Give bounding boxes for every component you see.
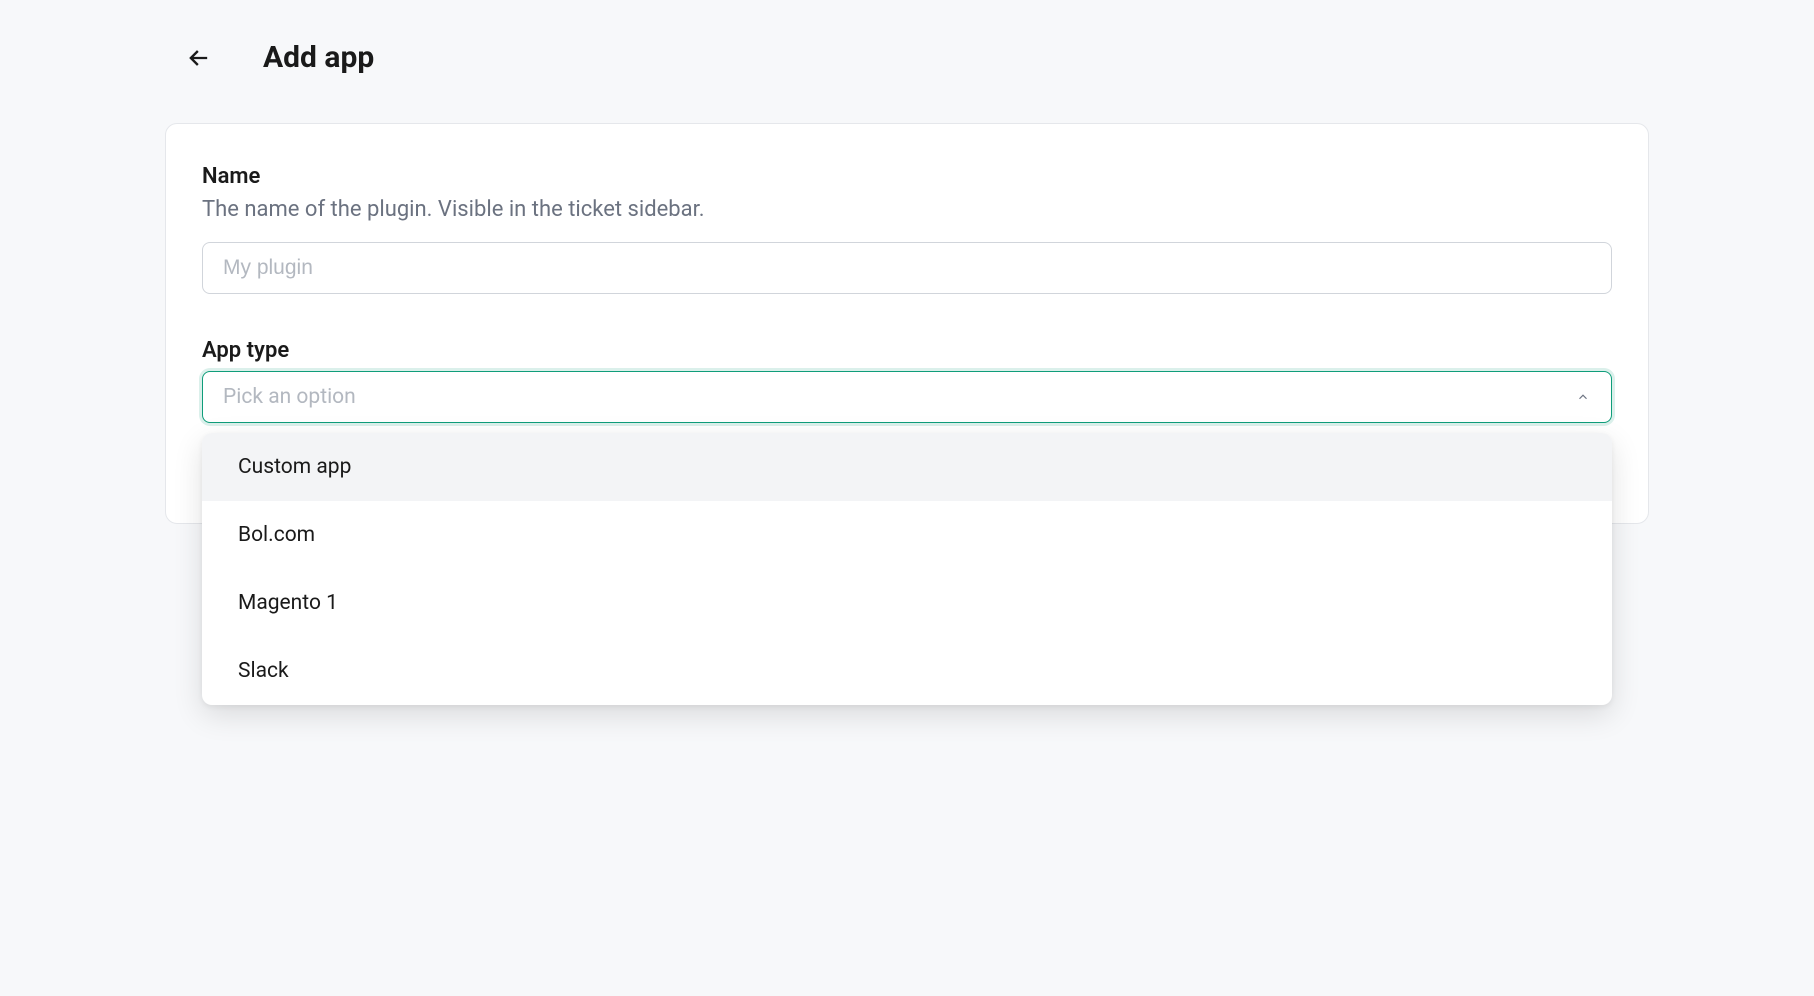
name-label: Name (202, 164, 1612, 189)
dropdown-option-custom-app[interactable]: Custom app (202, 433, 1612, 501)
app-type-field-group: App type Pick an option Custom app Bol.c… (202, 338, 1612, 423)
app-type-label: App type (202, 338, 1612, 363)
page-header: Add app (165, 40, 1649, 75)
app-type-select-wrapper: Pick an option Custom app Bol.com Magent… (202, 371, 1612, 423)
page-container: Add app Name The name of the plugin. Vis… (165, 0, 1649, 524)
dropdown-option-bol-com[interactable]: Bol.com (202, 501, 1612, 569)
name-input[interactable] (202, 242, 1612, 294)
dropdown-option-magento-1[interactable]: Magento 1 (202, 569, 1612, 637)
name-field-group: Name The name of the plugin. Visible in … (202, 164, 1612, 294)
form-card: Name The name of the plugin. Visible in … (165, 123, 1649, 524)
app-type-placeholder: Pick an option (223, 385, 356, 409)
app-type-select[interactable]: Pick an option (202, 371, 1612, 423)
back-arrow-icon[interactable] (185, 44, 213, 72)
dropdown-option-slack[interactable]: Slack (202, 637, 1612, 705)
app-type-dropdown: Custom app Bol.com Magento 1 Slack (202, 433, 1612, 705)
page-title: Add app (263, 40, 374, 75)
chevron-up-icon (1575, 389, 1591, 405)
name-helper-text: The name of the plugin. Visible in the t… (202, 197, 1612, 222)
